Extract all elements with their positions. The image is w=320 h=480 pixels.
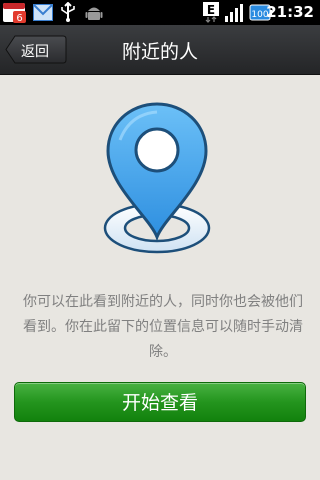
signal-icon xyxy=(225,4,243,22)
description-text: 你可以在此看到附近的人，同时你也会被他们看到。你在此留下的位置信息可以随时手动清… xyxy=(23,294,303,360)
start-view-button[interactable]: 开始查看 xyxy=(14,382,306,422)
usb-icon xyxy=(61,2,75,22)
data-e-icon: E xyxy=(203,2,219,23)
network-type: E xyxy=(207,3,215,17)
calendar-badge: 6 xyxy=(16,13,22,23)
title-bar: 返回 附近的人 xyxy=(0,25,320,75)
calendar-icon: 6 xyxy=(3,3,26,23)
location-pin-icon xyxy=(103,102,211,254)
status-bar: 6 E 100 21:32 xyxy=(0,0,320,25)
android-debug-icon xyxy=(85,7,103,20)
page-title: 附近的人 xyxy=(121,41,198,63)
mail-icon xyxy=(33,4,53,21)
status-time: 21:32 xyxy=(266,3,314,21)
